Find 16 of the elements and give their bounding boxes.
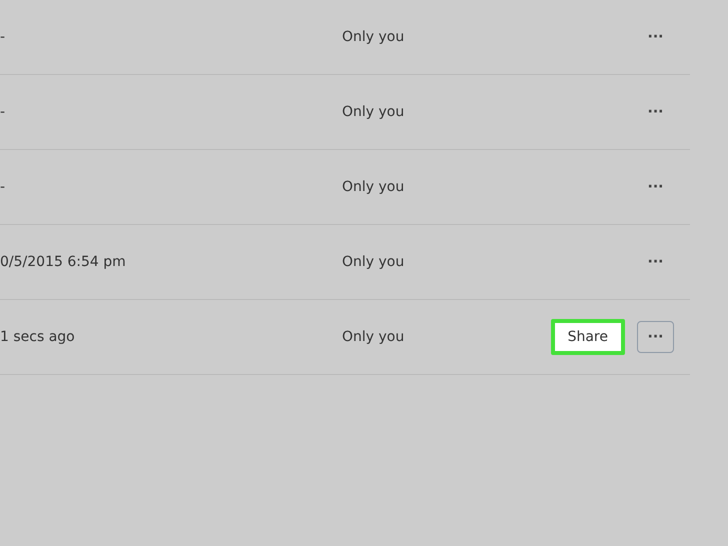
modified-text: - (0, 179, 6, 195)
more-button[interactable]: ··· (637, 321, 674, 353)
modified-text: - (0, 29, 6, 45)
members-text: Only you (342, 104, 406, 120)
members-text: Only you (342, 254, 406, 270)
modified-text: 0/5/2015 6:54 pm (0, 254, 127, 270)
members-text: Only you (342, 29, 406, 45)
more-button[interactable]: ··· (637, 246, 674, 278)
more-button[interactable]: ··· (637, 21, 674, 53)
more-button[interactable]: ··· (637, 171, 674, 203)
modified-text: 1 secs ago (0, 329, 76, 345)
members-text: Only you (342, 329, 406, 345)
modified-text: - (0, 104, 6, 120)
more-button[interactable]: ··· (637, 96, 674, 128)
members-text: Only you (342, 179, 406, 195)
share-button[interactable]: Share (550, 319, 625, 355)
